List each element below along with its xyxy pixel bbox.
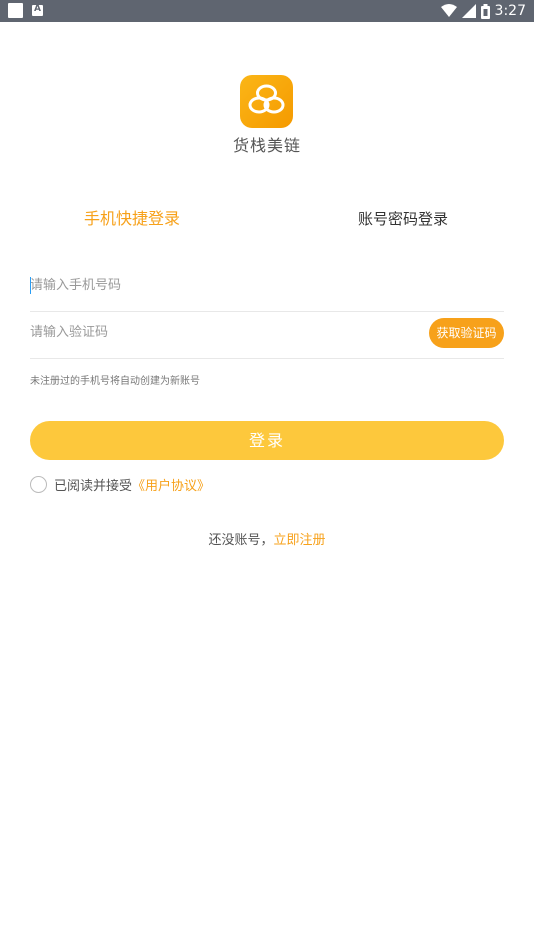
login-button[interactable]: 登录 xyxy=(30,421,504,460)
get-code-button[interactable]: 获取验证码 xyxy=(429,318,504,348)
tab-phone-login[interactable]: 手机快捷登录 xyxy=(84,207,180,231)
agreement-row: 已阅读并接受 《用户协议》 xyxy=(30,475,210,494)
tab-password-login[interactable]: 账号密码登录 xyxy=(358,207,448,231)
code-field-row: 获取验证码 xyxy=(30,310,504,359)
notification-icon xyxy=(8,3,23,18)
agreement-checkbox[interactable] xyxy=(30,476,47,493)
brand-name: 货栈美链 xyxy=(233,136,302,155)
wifi-icon xyxy=(440,4,457,17)
app-notification-icon xyxy=(32,4,43,16)
signal-icon xyxy=(461,4,476,18)
verification-code-input[interactable] xyxy=(30,310,410,354)
text-cursor xyxy=(30,277,31,294)
register-link[interactable]: 立即注册 xyxy=(274,533,326,548)
phone-input[interactable] xyxy=(30,263,410,307)
register-prompt: 还没账号， xyxy=(208,533,274,548)
phone-field-row xyxy=(30,263,504,312)
register-hint: 未注册过的手机号将自动创建为新账号 xyxy=(30,376,200,387)
user-agreement-link[interactable]: 《用户协议》 xyxy=(132,475,210,494)
clock: 3:27 xyxy=(494,3,526,19)
app-logo xyxy=(240,75,293,128)
battery-icon xyxy=(480,3,490,19)
agreement-text: 已阅读并接受 xyxy=(54,479,133,494)
chain-links-icon xyxy=(248,84,285,114)
status-bar: 3:27 xyxy=(0,0,534,22)
register-row: 还没账号，立即注册 xyxy=(0,529,534,548)
